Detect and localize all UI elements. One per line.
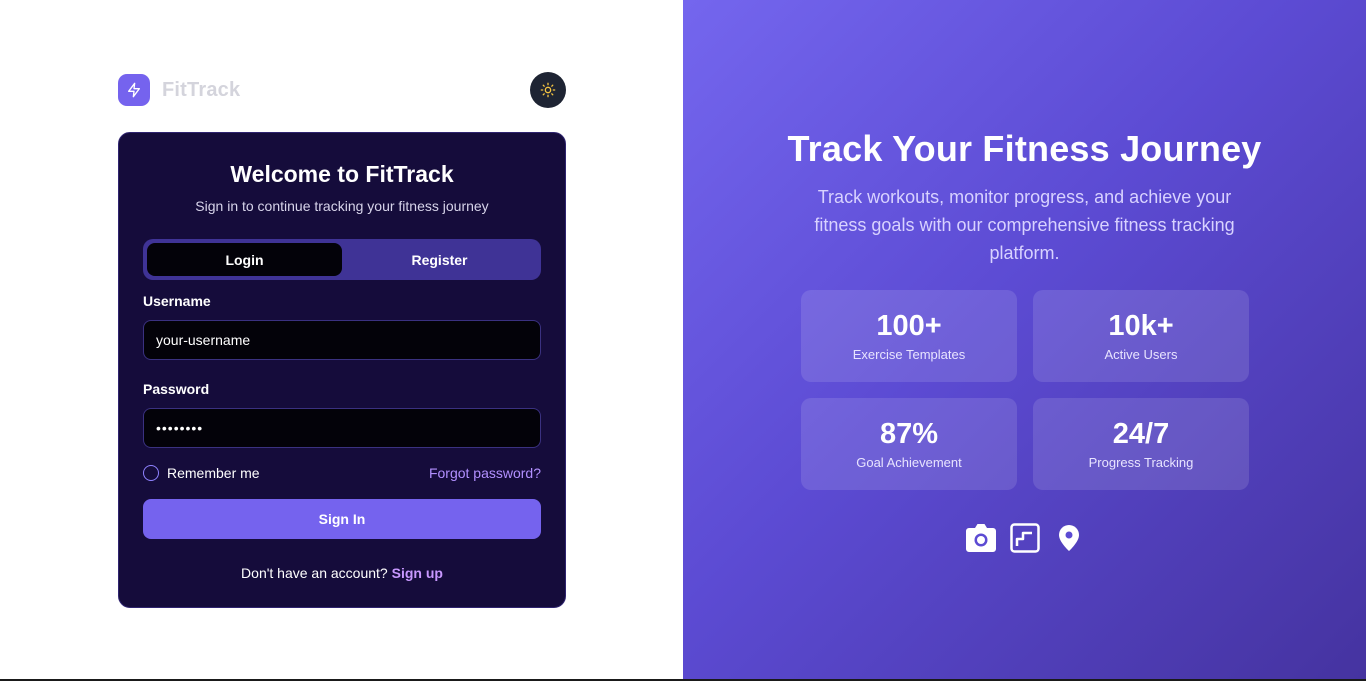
brand: FitTrack [118,74,240,106]
card-title: Welcome to FitTrack [230,161,454,187]
hero-description: Track workouts, monitor progress, and ac… [814,187,1235,263]
signup-prompt-text: Don't have an account? [241,565,388,581]
remember-me-label: Remember me [167,465,260,481]
bolt-icon [118,74,150,106]
stat-card: 24/7 Progress Tracking [1033,398,1249,490]
hero-title: Track Your Fitness Journey [787,128,1262,169]
username-label: Username [143,293,211,309]
stat-value: 24/7 [1112,418,1170,450]
stat-card: 100+ Exercise Templates [801,290,1017,382]
stat-label: Goal Achievement [856,455,962,470]
camera-icon [965,522,997,554]
auth-tabs: Login Register [143,239,541,280]
brand-name: FitTrack [162,78,241,101]
sign-up-link[interactable]: Sign up [392,565,443,581]
stat-label: Active Users [1104,347,1178,362]
stat-value: 100+ [876,310,942,342]
stat-card: 87% Goal Achievement [801,398,1017,490]
signup-prompt: Don't have an account? Sign up [119,565,565,581]
username-input[interactable]: your-username [143,320,541,360]
sun-icon [540,82,556,98]
stat-value: 10k+ [1108,310,1174,342]
card-subtitle: Sign in to continue tracking your fitnes… [195,198,489,214]
theme-toggle-button[interactable] [530,72,566,108]
remember-me-checkbox[interactable]: Remember me [143,465,260,481]
login-pane: FitTrack Welcome to FitTrack Sign in to … [0,0,683,679]
forgot-password-link[interactable]: Forgot password? [429,465,541,481]
password-label: Password [143,381,210,397]
password-input[interactable]: •••••••• [143,408,541,448]
stat-label: Progress Tracking [1088,455,1194,470]
stat-value: 87% [879,418,939,450]
tab-register[interactable]: Register [342,243,537,276]
remember-me-radio[interactable] [143,465,159,481]
location-pin-icon [1053,522,1085,554]
stat-card: 10k+ Active Users [1033,290,1249,382]
hero-pane: Track Your Fitness Journey Track workout… [683,0,1366,679]
chart-icon [1009,522,1041,554]
login-card: Welcome to FitTrack Sign in to continue … [118,132,566,608]
feature-icons [683,522,1366,554]
sign-in-button[interactable]: Sign In [143,499,541,539]
stat-label: Exercise Templates [852,347,966,362]
tab-login[interactable]: Login [147,243,342,276]
